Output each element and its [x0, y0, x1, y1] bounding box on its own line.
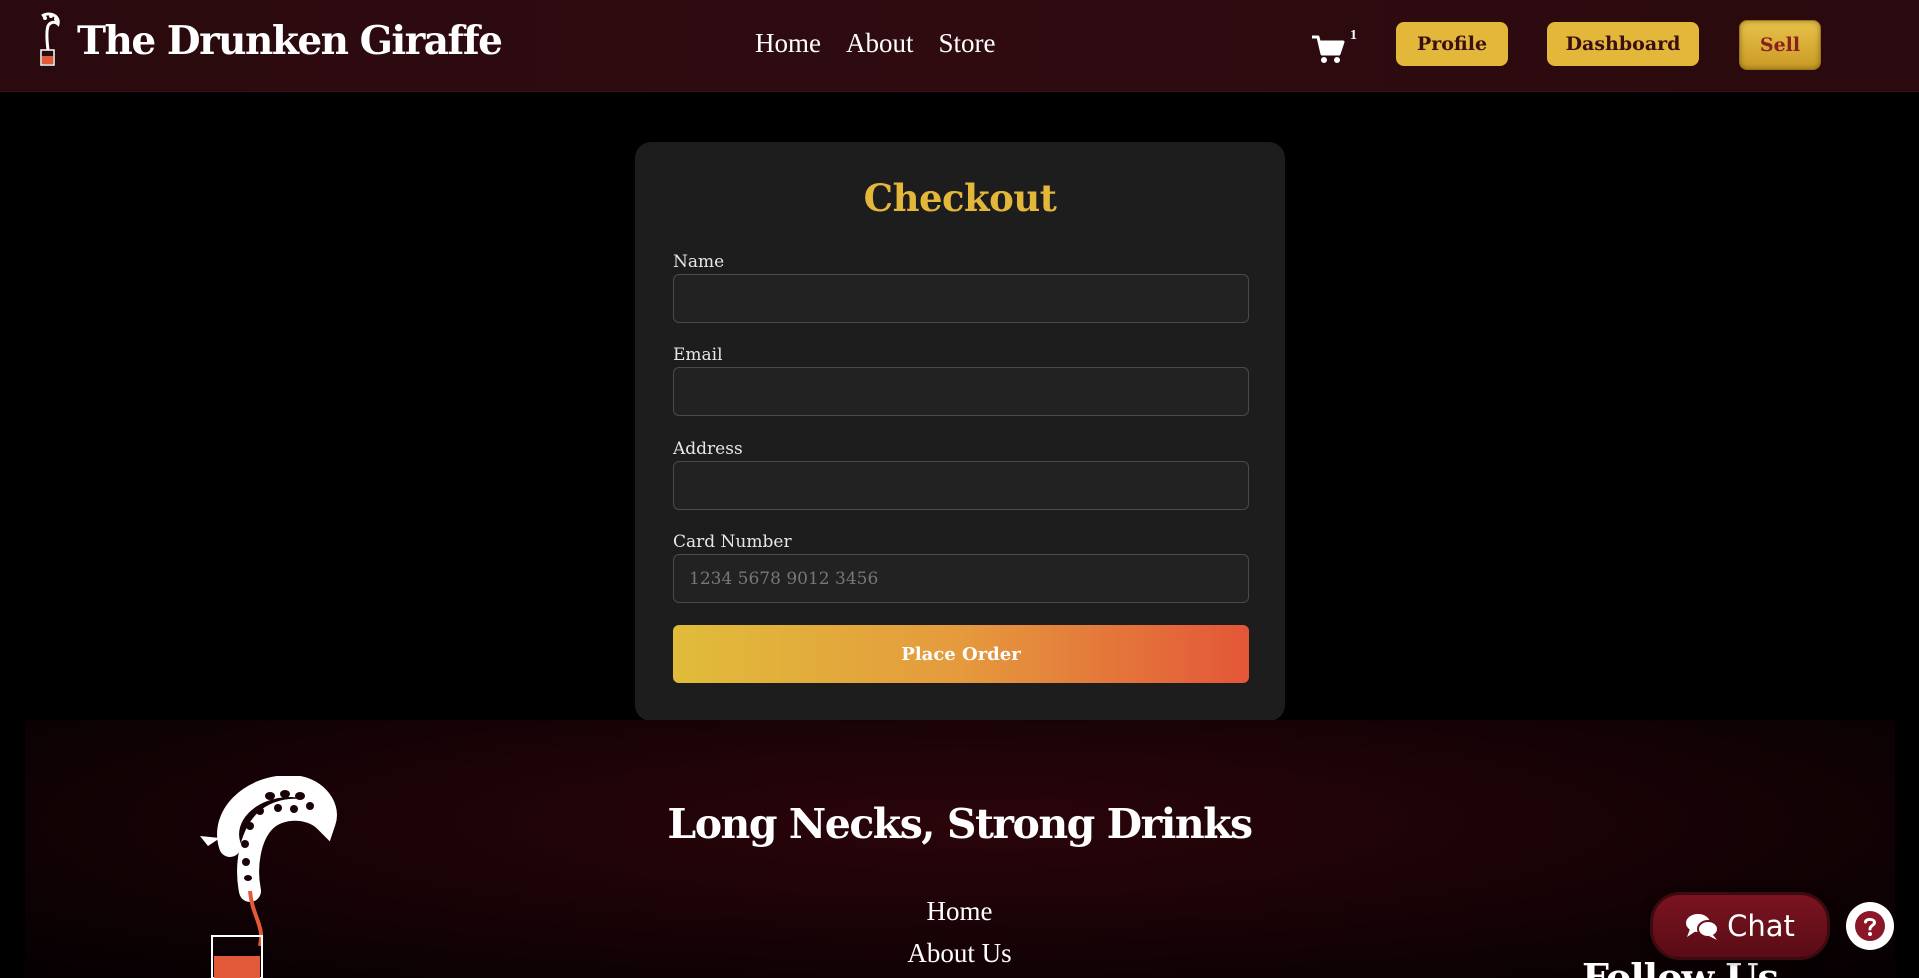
- chat-bubbles-icon: [1686, 914, 1720, 940]
- checkout-title: Checkout: [863, 176, 1057, 220]
- email-input[interactable]: [673, 367, 1249, 416]
- help-icon: [1855, 911, 1885, 941]
- main-nav: Home About Store: [755, 28, 995, 59]
- checkout-form: Checkout Name Email Address Card Number …: [635, 142, 1285, 721]
- cart-icon[interactable]: [1311, 34, 1345, 64]
- nav-store-link[interactable]: Store: [938, 28, 995, 59]
- top-navbar: The Drunken Giraffe Home About Store 1 P…: [0, 0, 1919, 92]
- dashboard-button[interactable]: Dashboard: [1547, 22, 1699, 66]
- sell-button[interactable]: Sell: [1739, 20, 1821, 70]
- brand-title[interactable]: The Drunken Giraffe: [77, 18, 503, 64]
- profile-button[interactable]: Profile: [1396, 22, 1508, 66]
- address-label: Address: [673, 439, 743, 459]
- email-label: Email: [673, 345, 723, 365]
- chat-label: Chat: [1727, 909, 1795, 943]
- address-input[interactable]: [673, 461, 1249, 510]
- footer-home-link[interactable]: Home: [0, 896, 1919, 927]
- card-number-input[interactable]: [673, 554, 1249, 603]
- name-input[interactable]: [673, 274, 1249, 323]
- nav-about-link[interactable]: About: [846, 28, 914, 59]
- help-button[interactable]: [1846, 902, 1894, 950]
- place-order-button[interactable]: Place Order: [673, 625, 1249, 683]
- footer-slogan: Long Necks, Strong Drinks: [667, 800, 1253, 848]
- nav-home-link[interactable]: Home: [755, 28, 821, 59]
- giraffe-logo-icon[interactable]: [28, 12, 70, 68]
- name-label: Name: [673, 252, 725, 272]
- card-number-label: Card Number: [673, 532, 792, 552]
- cart-count-badge: 1: [1350, 28, 1357, 43]
- chat-button[interactable]: Chat: [1650, 892, 1830, 960]
